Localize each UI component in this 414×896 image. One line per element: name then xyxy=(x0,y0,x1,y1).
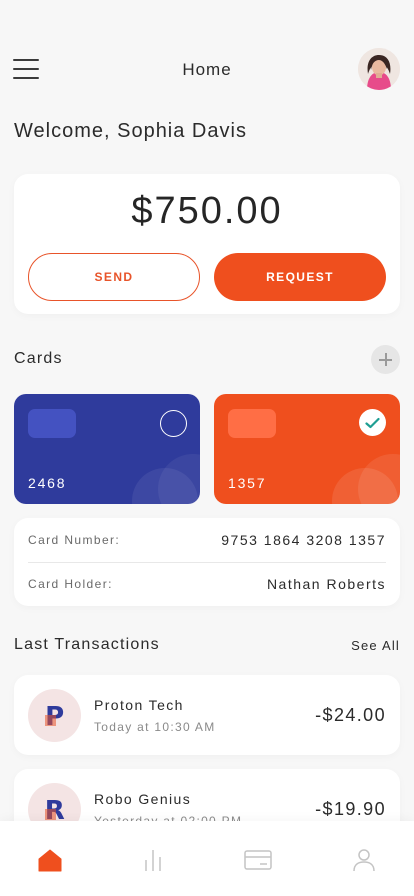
transaction-name: Proton Tech xyxy=(94,697,184,713)
card-chip-icon xyxy=(28,409,76,438)
user-avatar[interactable] xyxy=(358,48,400,90)
page-title: Home xyxy=(182,60,232,79)
home-icon[interactable] xyxy=(35,845,65,875)
card-holder-value: Nathan Roberts xyxy=(266,576,386,592)
welcome-message: Welcome, Sophia Davis xyxy=(14,120,247,142)
credit-card-glyph xyxy=(244,850,272,870)
card-orange[interactable]: 1357 xyxy=(214,394,400,504)
card-blue[interactable]: 2468 xyxy=(14,394,200,504)
avatar-photo-icon xyxy=(358,48,400,90)
card-number-value: 9753 1864 3208 1357 xyxy=(221,532,386,548)
card-last4: 2468 xyxy=(28,475,67,491)
profile-icon[interactable] xyxy=(349,845,379,875)
card-decoration xyxy=(358,454,400,504)
card-details-panel: Card Number: 9753 1864 3208 1357 Card Ho… xyxy=(14,518,400,606)
bar-chart-icon[interactable] xyxy=(138,845,168,875)
logo-letter-p: P xyxy=(44,702,64,731)
transaction-name: Robo Genius xyxy=(94,791,192,807)
logo-letter-r: R xyxy=(44,796,64,825)
profile-glyph xyxy=(353,849,375,872)
card-number-label: Card Number: xyxy=(28,533,121,547)
card-decoration xyxy=(158,454,200,504)
transaction-time: Today at 10:30 AM xyxy=(94,720,216,734)
request-button[interactable]: REQUEST xyxy=(214,253,386,301)
see-all-link[interactable]: See All xyxy=(351,638,400,653)
checkmark-glyph xyxy=(365,417,380,428)
card-select-radio-icon[interactable] xyxy=(160,410,187,437)
divider xyxy=(28,562,386,563)
transaction-amount: -$24.00 xyxy=(315,705,386,725)
transactions-section-title: Last Transactions xyxy=(14,636,160,653)
card-holder-label: Card Holder: xyxy=(28,577,113,591)
card-last4: 1357 xyxy=(228,475,267,491)
balance-panel: $750.00 SEND REQUEST xyxy=(14,174,400,314)
transaction-amount: -$19.90 xyxy=(315,799,386,819)
check-icon[interactable] xyxy=(359,409,386,436)
credit-card-icon[interactable] xyxy=(243,845,273,875)
app-header: Home xyxy=(0,44,414,94)
card-chip-icon xyxy=(228,409,276,438)
transaction-item[interactable]: P Proton Tech Today at 10:30 AM -$24.00 xyxy=(14,675,400,755)
bar-chart-glyph xyxy=(145,850,161,871)
add-card-button[interactable] xyxy=(371,345,400,374)
balance-amount: $750.00 xyxy=(131,190,283,232)
cards-section-title: Cards xyxy=(14,350,63,367)
home-glyph xyxy=(38,849,62,872)
bottom-tab-bar xyxy=(0,821,414,896)
send-button[interactable]: SEND xyxy=(28,253,200,301)
proton-tech-logo-icon: P xyxy=(28,689,81,742)
